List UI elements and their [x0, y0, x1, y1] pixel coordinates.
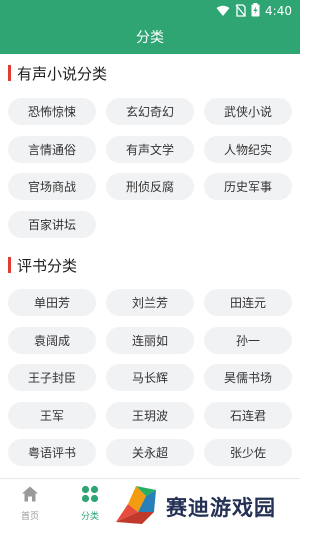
section-title: 有声小说分类	[17, 64, 108, 83]
narrator-chip[interactable]: 王子封臣	[8, 364, 96, 391]
category-chip[interactable]: 历史军事	[204, 173, 292, 200]
section-header-audio-novels: 有声小说分类	[8, 62, 107, 84]
section-title: 评书分类	[17, 256, 78, 275]
category-chip[interactable]: 有声文学	[106, 136, 194, 163]
page-title: 分类	[0, 22, 300, 54]
narrator-chip[interactable]: 王军	[8, 402, 96, 429]
watermark: 赛迪游戏园	[112, 483, 300, 531]
narrator-chip[interactable]: 单田芳	[8, 289, 96, 316]
section-header-pingshu: 评书分类	[8, 254, 77, 276]
nav-item-category[interactable]: 分类	[70, 485, 110, 522]
narrator-chip[interactable]: 石连君	[204, 402, 292, 429]
category-chip[interactable]: 言情通俗	[8, 136, 96, 163]
narrator-chip[interactable]: 孙一	[204, 327, 292, 354]
nav-label-home: 首页	[20, 512, 39, 522]
narrator-chip[interactable]: 马长辉	[106, 364, 194, 391]
watermark-logo-icon	[112, 482, 160, 532]
battery-icon	[251, 2, 260, 21]
no-sim-icon	[235, 2, 246, 21]
category-chip[interactable]: 刑侦反腐	[106, 173, 194, 200]
category-chip[interactable]: 人物纪实	[204, 136, 292, 163]
category-chip[interactable]: 官场商战	[8, 173, 96, 200]
narrator-chip[interactable]: 袁阔成	[8, 327, 96, 354]
wifi-icon	[216, 2, 230, 21]
narrator-chip[interactable]: 连丽如	[106, 327, 194, 354]
category-chip[interactable]: 百家讲坛	[8, 211, 96, 238]
narrator-chip[interactable]: 粤语评书	[8, 439, 96, 466]
category-chip[interactable]: 恐怖惊悚	[8, 98, 96, 125]
status-time: 4:40	[265, 4, 292, 18]
section-accent-bar	[8, 257, 11, 273]
nav-label-category: 分类	[80, 512, 99, 522]
section-accent-bar	[8, 65, 11, 81]
narrator-chip[interactable]: 关永超	[106, 439, 194, 466]
home-icon	[21, 486, 39, 507]
category-icon	[81, 485, 99, 507]
narrator-chip[interactable]: 王玥波	[106, 402, 194, 429]
narrator-chip[interactable]: 刘兰芳	[106, 289, 194, 316]
narrator-chip[interactable]: 张少佐	[204, 439, 292, 466]
nav-item-home[interactable]: 首页	[10, 485, 50, 522]
narrator-chip[interactable]: 田连元	[204, 289, 292, 316]
category-chip[interactable]: 玄幻奇幻	[106, 98, 194, 125]
status-bar: 4:40	[0, 0, 300, 22]
category-chip[interactable]: 武侠小说	[204, 98, 292, 125]
narrator-chip[interactable]: 昊儒书场	[204, 364, 292, 391]
watermark-text: 赛迪游戏园	[166, 496, 276, 520]
